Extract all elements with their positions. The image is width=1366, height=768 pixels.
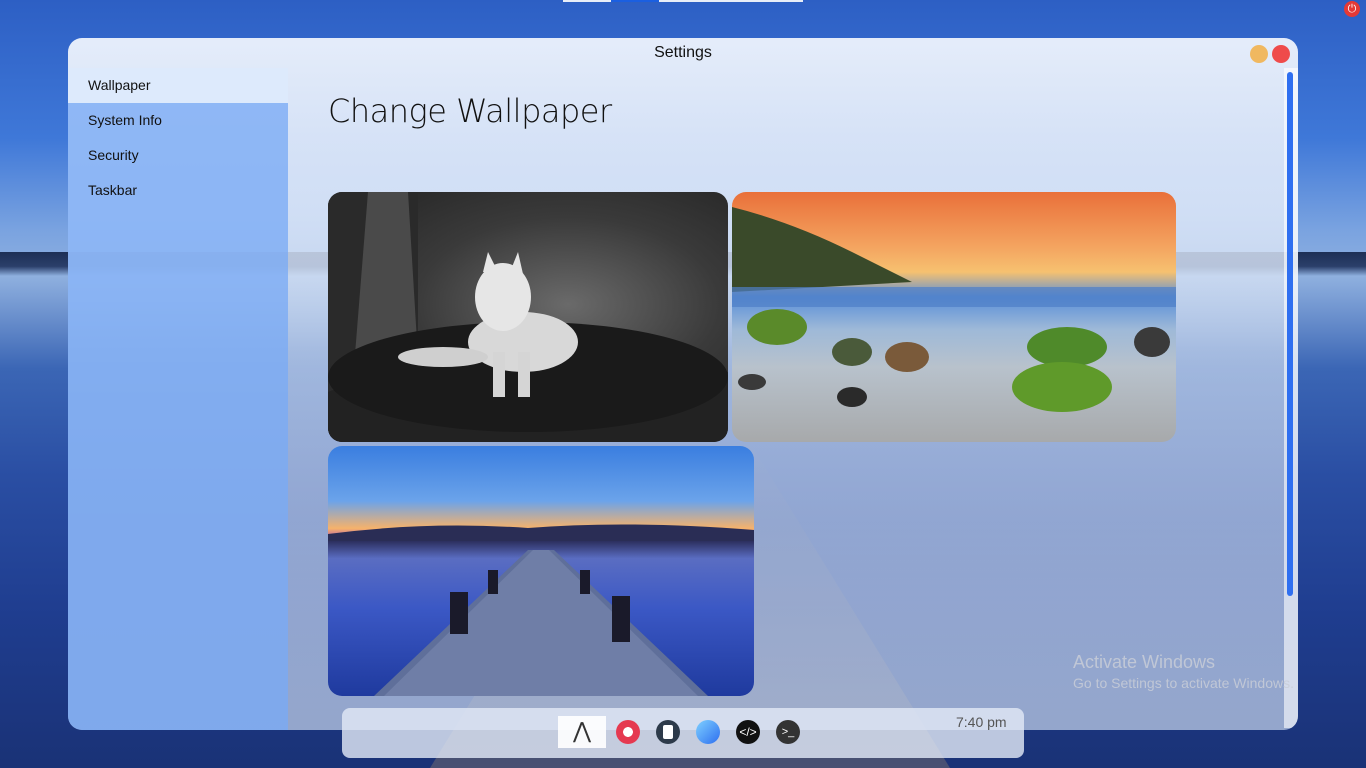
- lake-image: [328, 524, 754, 696]
- app-red-icon[interactable]: [616, 720, 640, 744]
- wolf-image: [328, 192, 728, 442]
- window-title: Settings: [654, 44, 712, 61]
- browser-icon[interactable]: [696, 720, 720, 744]
- activation-watermark: Activate Windows Go to Settings to activ…: [1073, 652, 1294, 691]
- sidebar-item-taskbar[interactable]: Taskbar: [68, 173, 288, 208]
- sidebar-item-security[interactable]: Security: [68, 138, 288, 173]
- sidebar-item-wallpaper[interactable]: Wallpaper: [68, 68, 288, 103]
- terminal-icon[interactable]: >_: [776, 720, 800, 744]
- code-icon[interactable]: </>: [736, 720, 760, 744]
- beach-image: [732, 207, 1176, 412]
- scrollbar-thumb[interactable]: [1287, 72, 1293, 596]
- notes-icon[interactable]: [656, 720, 680, 744]
- wallpaper-wolf[interactable]: [328, 192, 728, 442]
- settings-window: Settings Wallpaper System Info Security …: [68, 38, 1298, 730]
- watermark-title: Activate Windows: [1073, 652, 1216, 672]
- top-indicator: [563, 0, 803, 2]
- power-icon[interactable]: ⏻: [1344, 1, 1360, 17]
- titlebar: Settings: [68, 38, 1298, 68]
- wallpaper-lake[interactable]: [328, 446, 754, 696]
- sidebar: Wallpaper System Info Security Taskbar: [68, 68, 288, 730]
- taskbar: ⋀ </> >_ 7:40 pm: [342, 708, 1024, 758]
- taskbar-clock: 7:40 pm: [956, 714, 1007, 730]
- page-title: Change Wallpaper: [328, 92, 612, 130]
- minimize-button[interactable]: [1250, 45, 1268, 63]
- sidebar-item-system-info[interactable]: System Info: [68, 103, 288, 138]
- wallpaper-beach[interactable]: [732, 192, 1176, 442]
- launcher-icon[interactable]: ⋀: [558, 716, 606, 748]
- watermark-subtitle: Go to Settings to activate Windows.: [1073, 675, 1294, 691]
- close-button[interactable]: [1272, 45, 1290, 63]
